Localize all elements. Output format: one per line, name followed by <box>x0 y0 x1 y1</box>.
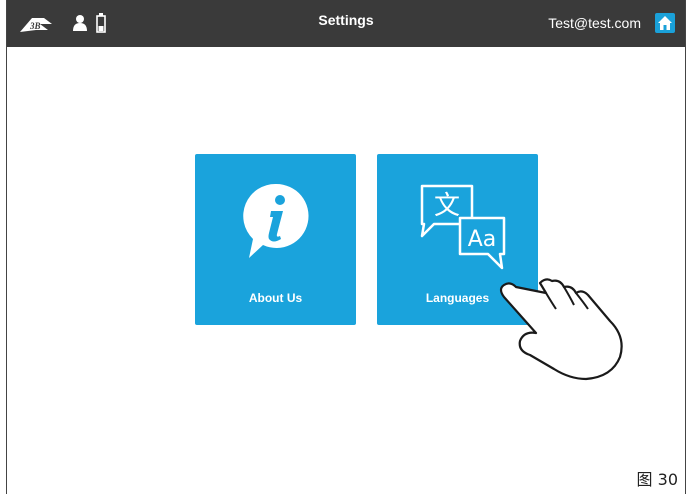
latin-glyph: Aa <box>467 227 496 252</box>
figure-label: 图 30 <box>636 470 678 489</box>
pointing-hand-icon <box>499 278 623 381</box>
about-us-tile[interactable]: About Us <box>195 154 356 325</box>
translate-icon: 文 Aa <box>420 184 505 270</box>
top-bar: 3B Settings Test@test.com <box>7 0 685 47</box>
chinese-glyph: 文 <box>433 191 459 221</box>
about-us-label: About Us <box>248 291 303 305</box>
user-email: Test@test.com <box>548 15 641 31</box>
info-bubble-icon <box>242 183 309 258</box>
home-icon <box>658 16 672 30</box>
home-button[interactable] <box>655 13 675 33</box>
